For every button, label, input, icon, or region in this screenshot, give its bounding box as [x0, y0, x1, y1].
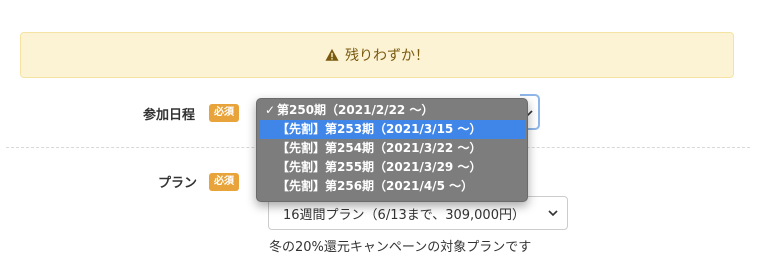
schedule-required-badge: 必須: [209, 104, 239, 122]
schedule-option[interactable]: ✓ 第250期（2021/2/22 〜）: [257, 101, 527, 120]
check-icon: ✓: [265, 103, 276, 117]
schedule-option[interactable]: 【先割】第255期（2021/3/29 〜）: [257, 158, 527, 177]
schedule-option[interactable]: 【先割】第256期（2021/4/5 〜）: [257, 177, 527, 196]
warning-triangle-icon: [325, 48, 339, 61]
schedule-label: 参加日程: [143, 108, 196, 123]
plan-label: プラン: [158, 176, 198, 191]
chevron-down-icon: [548, 210, 558, 217]
schedule-option-highlighted[interactable]: 【先割】第253期（2021/3/15 〜）: [259, 120, 525, 139]
schedule-dropdown[interactable]: ✓ 第250期（2021/2/22 〜） 【先割】第253期（2021/3/15 …: [256, 98, 528, 202]
plan-required-badge: 必須: [209, 173, 239, 191]
plan-selected-value: 16週間プラン（6/13まで、309,000円）: [283, 207, 525, 223]
schedule-option[interactable]: 【先割】第254期（2021/3/22 〜）: [257, 139, 527, 158]
stock-alert: 残りわずか！: [20, 32, 734, 78]
alert-text: 残りわずか！: [345, 48, 429, 64]
plan-note: 冬の20%還元キャンペーンの対象プランです: [269, 240, 532, 255]
